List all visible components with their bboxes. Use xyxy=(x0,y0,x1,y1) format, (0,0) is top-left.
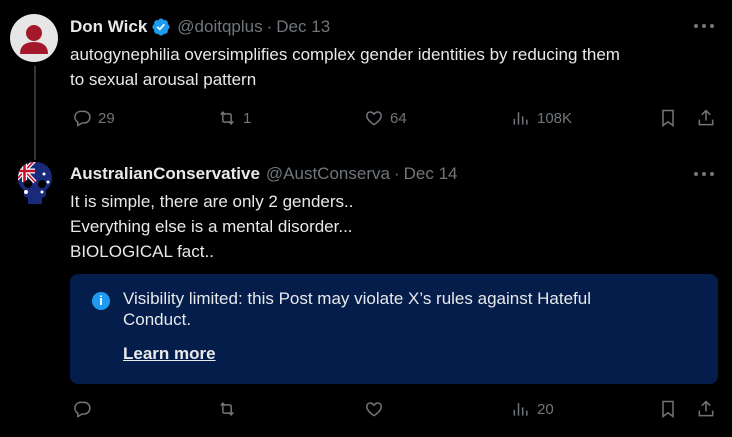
tweet-text: It is simple, there are only 2 genders..… xyxy=(70,189,353,264)
separator-dot: · xyxy=(393,164,400,183)
repost-icon xyxy=(220,110,234,126)
heart-icon xyxy=(366,402,382,417)
views-count: 108K xyxy=(537,109,573,127)
repost-icon xyxy=(220,401,234,417)
tweet-actions: 29 1 64 108K xyxy=(70,108,718,132)
like-count: 64 xyxy=(390,109,407,127)
bookmark-button[interactable] xyxy=(658,399,678,419)
repost-button[interactable]: 1 xyxy=(217,108,251,128)
analytics-icon xyxy=(513,112,528,125)
share-icon xyxy=(698,109,714,126)
tweet-date[interactable]: Dec 13 xyxy=(276,17,330,37)
tweet-text-line: to sexual arousal pattern xyxy=(70,70,257,89)
tweet-actions: 20 xyxy=(70,399,718,423)
reply-button[interactable] xyxy=(72,399,98,419)
reply-button[interactable]: 29 xyxy=(72,108,115,128)
tweet-text-line: autogynephilia oversimplifies complex ge… xyxy=(70,45,620,64)
visibility-limited-notice: i Visibility limited: this Post may viol… xyxy=(70,274,718,384)
tweet-text: autogynephilia oversimplifies complex ge… xyxy=(70,42,620,92)
author-handle[interactable]: @AustConserva xyxy=(266,164,390,184)
notice-text: Visibility limited: this Post may violat… xyxy=(123,289,592,329)
author-name[interactable]: AustralianConservative xyxy=(70,164,260,184)
bookmark-icon xyxy=(662,400,674,418)
author-handle[interactable]: @doitqplus xyxy=(177,17,262,37)
more-options-icon[interactable] xyxy=(694,168,714,180)
bookmark-icon xyxy=(662,109,674,127)
views-button[interactable]: 20 xyxy=(511,399,554,419)
separator-dot: · xyxy=(266,17,273,36)
like-button[interactable] xyxy=(364,399,390,419)
repost-button[interactable] xyxy=(217,399,243,419)
share-button[interactable] xyxy=(696,399,716,419)
repost-count: 1 xyxy=(243,109,252,127)
default-avatar-icon xyxy=(20,25,48,54)
learn-more-link[interactable]: Learn more xyxy=(123,344,216,364)
tweet-date[interactable]: Dec 14 xyxy=(404,164,458,184)
share-button[interactable] xyxy=(696,108,716,128)
views-count: 20 xyxy=(537,400,554,418)
skull-flag-avatar-icon xyxy=(18,162,52,204)
views-button[interactable]: 108K xyxy=(511,108,572,128)
tweet-text-line: It is simple, there are only 2 genders.. xyxy=(70,192,354,211)
share-icon xyxy=(698,400,714,417)
author-name[interactable]: Don Wick xyxy=(70,17,147,37)
like-button[interactable]: 64 xyxy=(364,108,407,128)
heart-icon xyxy=(366,111,382,126)
info-icon: i xyxy=(92,292,110,310)
tweet-text-line: BIOLOGICAL fact.. xyxy=(70,242,214,261)
more-options-icon[interactable] xyxy=(694,20,714,32)
reply-icon xyxy=(74,401,91,418)
bookmark-button[interactable] xyxy=(658,108,678,128)
tweet-header: AustralianConservative @AustConserva · D… xyxy=(70,163,457,185)
avatar-australianconservative[interactable] xyxy=(14,160,56,208)
verified-badge-icon[interactable] xyxy=(151,17,171,37)
tweet-text-line: Everything else is a mental disorder... xyxy=(70,217,353,236)
reply-count: 29 xyxy=(98,109,115,127)
analytics-icon xyxy=(513,403,528,416)
avatar-don-wick[interactable] xyxy=(10,14,58,62)
reply-icon xyxy=(74,110,91,127)
tweet-header: Don Wick @doitqplus · Dec 13 xyxy=(70,16,330,38)
thread-connector-line xyxy=(34,66,36,160)
